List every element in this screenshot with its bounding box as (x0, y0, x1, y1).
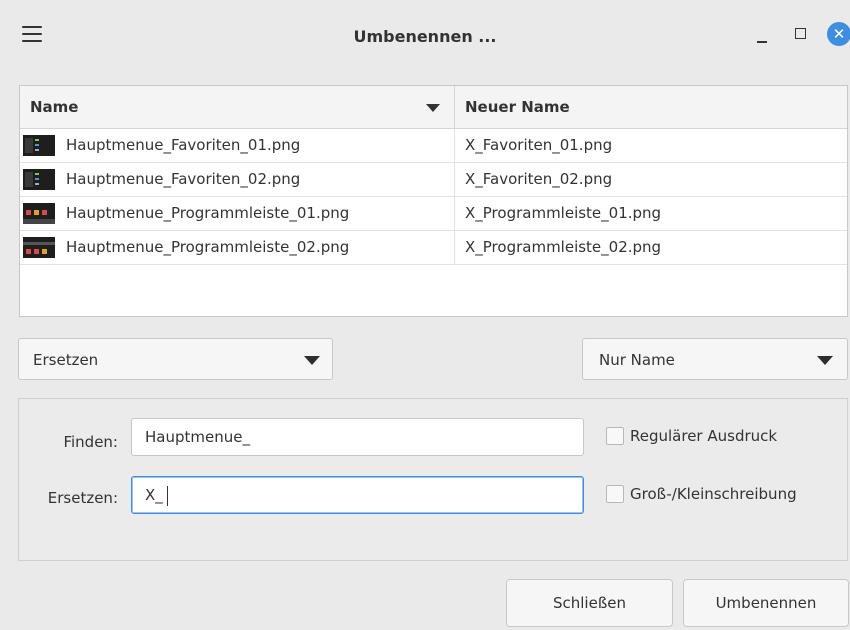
table-header: Name Neuer Name (20, 86, 847, 129)
case-checkbox-label: Groß-/Kleinschreibung (630, 485, 797, 503)
dropdown-arrow-icon (817, 356, 833, 365)
column-header-name[interactable]: Name (20, 86, 454, 128)
table-row[interactable]: Hauptmenue_Favoriten_02.png X_Favoriten_… (20, 163, 847, 197)
replace-label: Ersetzen: (47, 489, 118, 507)
file-new-name: X_Favoriten_01.png (454, 129, 848, 162)
regex-checkbox[interactable] (606, 427, 624, 445)
file-name: Hauptmenue_Favoriten_01.png (66, 136, 301, 154)
minimize-icon[interactable] (757, 41, 767, 43)
find-input[interactable]: Hauptmenue_ (131, 418, 584, 456)
maximize-icon[interactable] (795, 28, 806, 39)
file-name: Hauptmenue_Programmleiste_02.png (66, 238, 350, 256)
table-row[interactable]: Hauptmenue_Programmleiste_01.png X_Progr… (20, 197, 847, 231)
mode-dropdown-value: Ersetzen (33, 351, 99, 369)
title-bar: Umbenennen ... ✕ (0, 0, 850, 74)
find-label: Finden: (63, 433, 118, 451)
sort-descending-icon[interactable] (426, 104, 440, 112)
file-new-name: X_Programmleiste_02.png (454, 231, 848, 264)
find-input-value: Hauptmenue_ (145, 428, 250, 446)
replace-input-value: X_ (145, 486, 163, 504)
table-row[interactable]: Hauptmenue_Programmleiste_02.png X_Progr… (20, 231, 847, 265)
replace-input[interactable]: X_ (131, 476, 584, 514)
dropdown-arrow-icon (304, 356, 320, 365)
close-icon[interactable]: ✕ (827, 22, 850, 46)
file-thumbnail-icon (23, 135, 55, 156)
window-title: Umbenennen ... (353, 27, 497, 46)
table-row[interactable]: Hauptmenue_Favoriten_01.png X_Favoriten_… (20, 129, 847, 163)
regex-checkbox-label: Regulärer Ausdruck (630, 427, 778, 445)
scope-dropdown[interactable]: Nur Name (582, 338, 848, 380)
case-checkbox[interactable] (606, 485, 624, 503)
file-name: Hauptmenue_Programmleiste_01.png (66, 204, 350, 222)
file-table: Name Neuer Name Hauptmenue_Favoriten_01.… (19, 85, 848, 317)
file-thumbnail-icon (23, 237, 55, 258)
column-header-new-name[interactable]: Neuer Name (454, 86, 847, 128)
mode-dropdown[interactable]: Ersetzen (18, 338, 333, 380)
file-name: Hauptmenue_Favoriten_02.png (66, 170, 301, 188)
scope-dropdown-value: Nur Name (599, 351, 675, 369)
file-thumbnail-icon (23, 203, 55, 224)
rename-button[interactable]: Umbenennen (683, 579, 849, 627)
file-new-name: X_Programmleiste_01.png (454, 197, 848, 230)
file-new-name: X_Favoriten_02.png (454, 163, 848, 196)
text-caret (166, 485, 168, 506)
file-thumbnail-icon (23, 169, 55, 190)
close-button[interactable]: Schließen (506, 579, 673, 627)
